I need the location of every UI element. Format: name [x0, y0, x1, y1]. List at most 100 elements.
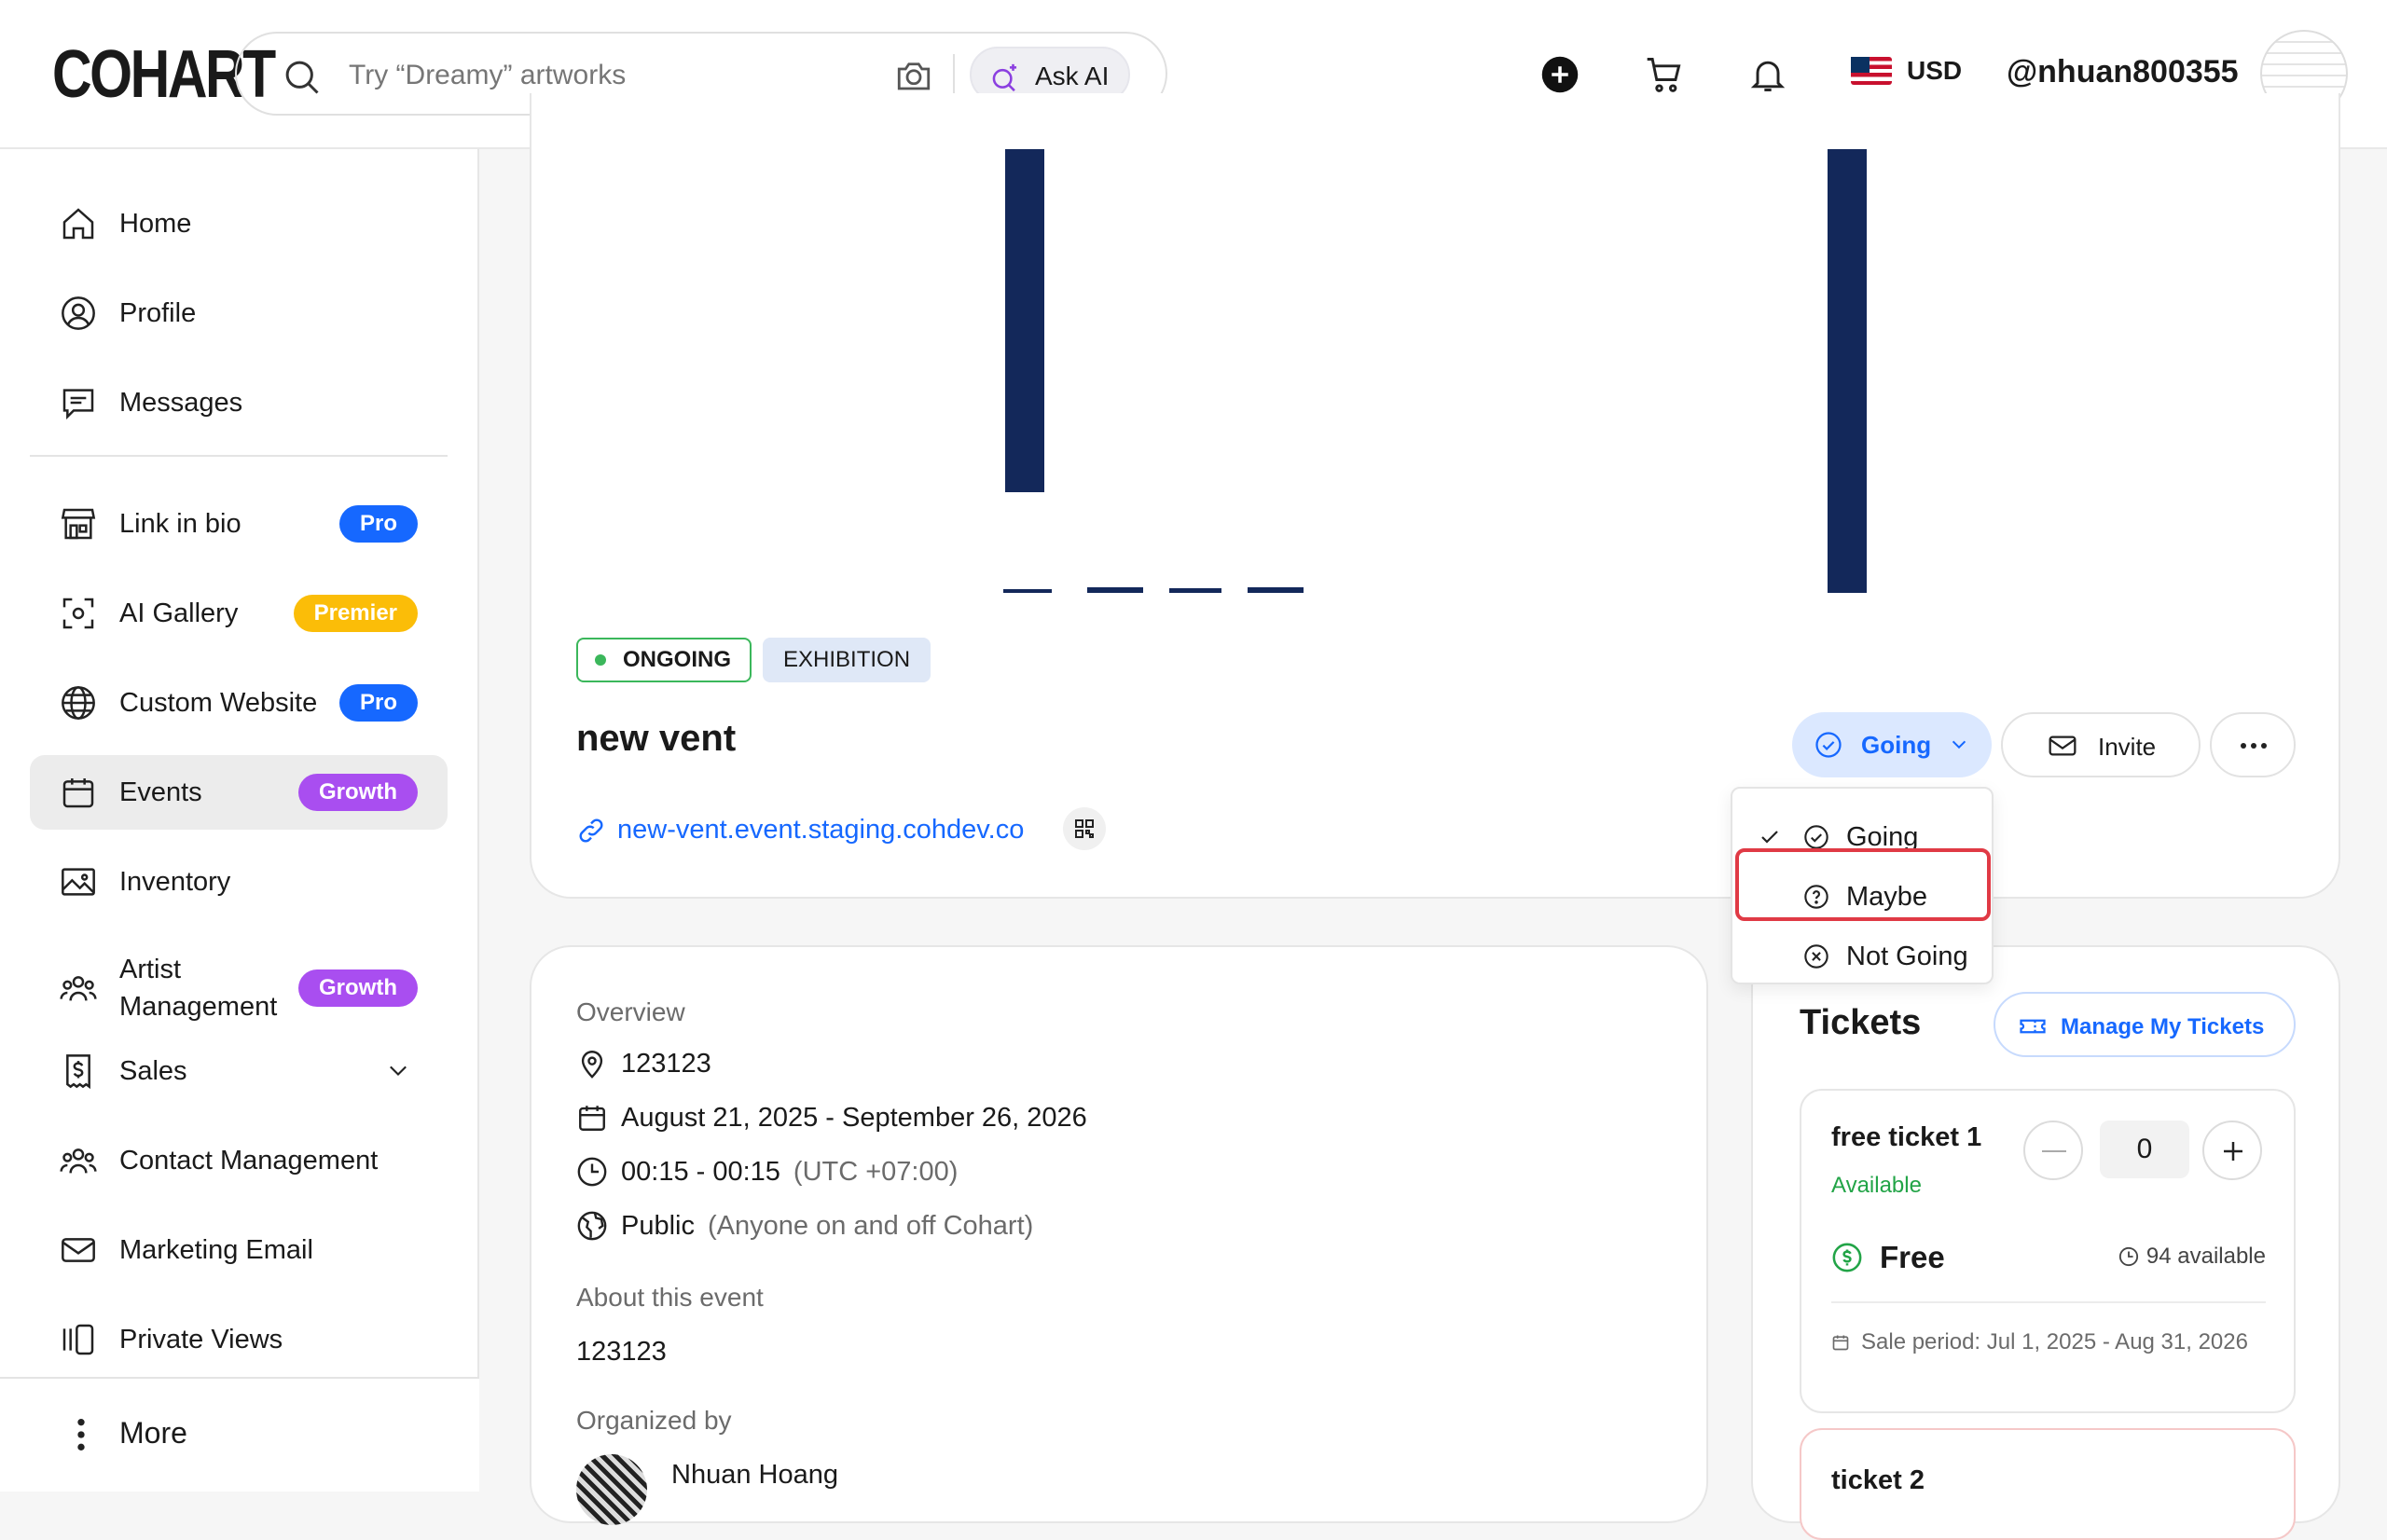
sidebar: Home Profile Messages Link in bio Pro AI… — [0, 149, 479, 1492]
sidebar-more[interactable]: More — [0, 1377, 479, 1492]
manage-tickets-button[interactable]: Manage My Tickets — [1994, 992, 2296, 1057]
ticket-status: Available — [1831, 1173, 1922, 1198]
event-header-card — [530, 93, 2340, 899]
banner-bar-left — [1005, 149, 1044, 492]
time-row: 00:15 - 00:15 (UTC +07:00) — [576, 1156, 958, 1188]
more-horizontal-icon — [2240, 742, 2268, 749]
check-circle-icon — [1814, 731, 1842, 759]
increase-quantity-button[interactable] — [2202, 1121, 2262, 1180]
mail-icon — [60, 1231, 97, 1269]
cart-icon[interactable] — [1643, 54, 1686, 95]
dollar-circle-icon — [1831, 1242, 1863, 1273]
location-row: 123123 — [576, 1048, 711, 1079]
date-range-text: August 21, 2025 - September 26, 2026 — [621, 1102, 1087, 1133]
ask-ai-label: Ask AI — [1035, 62, 1110, 90]
more-vertical-icon — [75, 1416, 88, 1453]
home-icon — [60, 205, 97, 242]
banner-bar-right — [1828, 149, 1867, 593]
visibility-row: Public (Anyone on and off Cohart) — [576, 1210, 1033, 1242]
event-link[interactable]: new-vent.event.staging.cohdev.co — [576, 815, 1024, 846]
public-globe-icon — [576, 1210, 608, 1242]
sidebar-item-marketing-email[interactable]: Marketing Email — [30, 1213, 448, 1287]
premier-badge: Premier — [293, 595, 418, 632]
about-heading: About this event — [576, 1283, 764, 1312]
rsvp-option-maybe[interactable]: Maybe — [1732, 867, 1995, 927]
image-icon — [60, 863, 97, 901]
organizer-avatar[interactable] — [576, 1454, 647, 1525]
storefront-icon — [60, 505, 97, 543]
calendar-icon — [1831, 1333, 1850, 1356]
ticket-name: ticket 2 — [1831, 1465, 1925, 1495]
plus-icon — [2219, 1137, 2247, 1165]
sidebar-item-private-views[interactable]: Private Views — [30, 1302, 448, 1377]
sidebar-item-inventory[interactable]: Inventory — [30, 845, 448, 919]
rsvp-option-not-going[interactable]: Not Going — [1732, 927, 1995, 986]
create-plus-icon[interactable] — [1540, 55, 1580, 94]
growth-badge: Growth — [298, 969, 418, 1007]
sidebar-item-artist-management[interactable]: Artist Management Growth — [30, 942, 448, 1035]
about-text: 123123 — [576, 1337, 667, 1367]
event-link-text: new-vent.event.staging.cohdev.co — [617, 815, 1025, 845]
invite-button[interactable]: Invite — [2001, 712, 2201, 777]
minus-icon — [2042, 1150, 2066, 1152]
visibility-note: (Anyone on and off Cohart) — [708, 1210, 1034, 1241]
sidebar-item-profile[interactable]: Profile — [30, 276, 448, 351]
bell-icon[interactable] — [1747, 54, 1788, 95]
date-row: August 21, 2025 - September 26, 2026 — [576, 1102, 1087, 1134]
camera-icon[interactable] — [893, 56, 934, 95]
ticket-divider — [1831, 1301, 2266, 1303]
sidebar-item-link-in-bio[interactable]: Link in bio Pro — [30, 487, 448, 561]
decrease-quantity-button[interactable] — [2023, 1121, 2083, 1180]
mail-icon — [2046, 731, 2079, 761]
link-icon — [576, 816, 606, 846]
sidebar-item-events[interactable]: Events Growth — [30, 755, 448, 830]
scan-icon — [60, 595, 97, 632]
x-circle-icon — [1803, 943, 1829, 969]
event-title: new vent — [576, 718, 737, 759]
ticket-item: ticket 2 — [1800, 1428, 2296, 1540]
sidebar-item-custom-website[interactable]: Custom Website Pro — [30, 666, 448, 740]
sidebar-item-home[interactable]: Home — [30, 186, 448, 261]
more-options-button[interactable] — [2210, 712, 2296, 777]
globe-icon — [60, 684, 97, 722]
sidebar-item-messages[interactable]: Messages — [30, 365, 448, 440]
search-divider — [953, 54, 955, 97]
sidebar-item-sales[interactable]: Sales — [30, 1034, 448, 1108]
type-tag-exhibition: EXHIBITION — [763, 638, 931, 682]
people-icon — [60, 969, 97, 1007]
rsvp-dropdown: Going Maybe Not Going — [1731, 787, 1994, 984]
us-flag-icon — [1851, 57, 1892, 85]
organizer-name[interactable]: Nhuan Hoang — [671, 1460, 838, 1491]
pro-badge: Pro — [338, 684, 418, 722]
visibility-text: Public — [621, 1210, 695, 1241]
checkmark-icon — [1757, 826, 1783, 848]
private-views-icon — [60, 1321, 97, 1358]
question-circle-icon — [1803, 884, 1829, 910]
search-icon — [282, 57, 321, 96]
ai-sparkle-icon — [988, 62, 1022, 93]
calendar-icon — [60, 774, 97, 811]
pro-badge: Pro — [338, 505, 418, 543]
ticket-price: Free — [1880, 1240, 1945, 1274]
currency-label: USD — [1907, 56, 1963, 85]
growth-badge: Growth — [298, 774, 418, 811]
time-text: 00:15 - 00:15 — [621, 1156, 780, 1187]
status-tag-ongoing: ONGOING — [576, 638, 752, 682]
location-text: 123123 — [621, 1048, 711, 1079]
check-circle-icon — [1803, 824, 1829, 850]
calendar-icon — [576, 1102, 608, 1134]
chevron-down-icon[interactable] — [382, 1058, 414, 1084]
sidebar-item-ai-gallery[interactable]: AI Gallery Premier — [30, 576, 448, 651]
currency-selector[interactable]: USD — [1851, 56, 1962, 86]
qr-code-button[interactable] — [1063, 807, 1106, 850]
username[interactable]: @nhuan800355 — [2007, 54, 2239, 90]
dollar-icon — [60, 1052, 97, 1090]
rsvp-going-button[interactable]: Going — [1792, 712, 1992, 777]
ticket-price-row: Free — [1831, 1240, 1945, 1275]
search-input[interactable]: Try “Dreamy” artworks — [349, 60, 626, 91]
sidebar-item-contact-management[interactable]: Contact Management — [30, 1123, 448, 1198]
ticket-sale-period: Sale period: Jul 1, 2025 - Aug 31, 2026 — [1831, 1327, 2260, 1356]
ticket-availability: 94 available — [2118, 1244, 2266, 1270]
ticket-quantity[interactable]: 0 — [2100, 1121, 2189, 1178]
ticket-name: free ticket 1 — [1831, 1122, 1982, 1152]
